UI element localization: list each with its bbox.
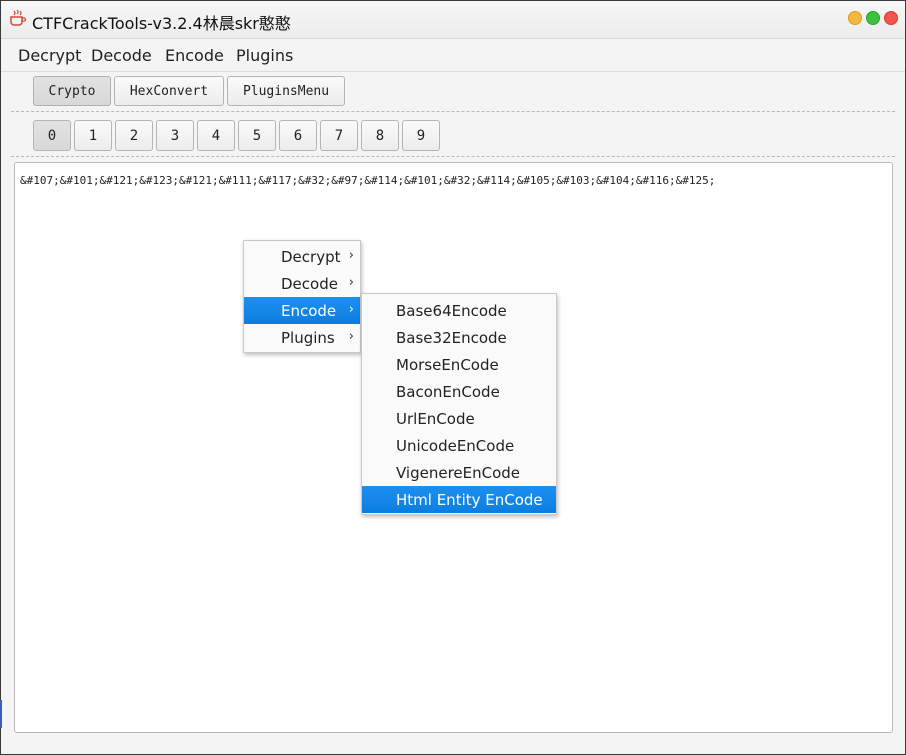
close-button[interactable] [884,11,898,25]
main-tab-bar: Crypto HexConvert PluginsMenu [1,71,905,112]
submenu-morseencode-label: MorseEnCode [396,355,499,374]
context-menu-plugins-label: Plugins [281,328,335,347]
submenu-baconencode[interactable]: BaconEnCode [362,378,556,405]
tab-number-4[interactable]: 4 [197,120,235,151]
tab-crypto[interactable]: Crypto [33,76,111,106]
submenu-html-entity-encode-label: Html Entity EnCode [396,490,543,509]
submenu-base64encode[interactable]: Base64Encode [362,297,556,324]
submenu-unicodeencode-label: UnicodeEnCode [396,436,515,455]
submenu-urlencode[interactable]: UrlEnCode [362,405,556,432]
number-tab-bar: 0 1 2 3 4 5 6 7 8 9 [1,113,905,157]
chevron-right-icon: › [348,302,354,317]
context-menu-encode-label: Encode [281,301,337,320]
submenu-vigenereencode[interactable]: VigenereEnCode [362,459,556,486]
submenu-baconencode-label: BaconEnCode [396,382,500,401]
tab-number-5[interactable]: 5 [238,120,276,151]
context-menu-decode[interactable]: Decode › [244,270,360,297]
tab-hexconvert[interactable]: HexConvert [114,76,224,106]
maximize-button[interactable] [866,11,880,25]
coffee-cup-icon [10,9,27,26]
submenu-base32encode[interactable]: Base32Encode [362,324,556,351]
context-menu-plugins[interactable]: Plugins › [244,324,360,351]
tab-number-2[interactable]: 2 [115,120,153,151]
tab-number-7[interactable]: 7 [320,120,358,151]
submenu-base32encode-label: Base32Encode [396,328,507,347]
context-menu-decrypt[interactable]: Decrypt › [244,243,360,270]
tab-number-9[interactable]: 9 [402,120,440,151]
number-tab-divider [11,156,895,157]
context-menu-encode[interactable]: Encode › [244,297,360,324]
tab-number-3[interactable]: 3 [156,120,194,151]
submenu-base64encode-label: Base64Encode [396,301,507,320]
chevron-right-icon: › [348,275,354,290]
text-area-content: &#107;&#101;&#121;&#123;&#121;&#111;&#11… [20,174,716,187]
context-menu-decode-label: Decode [281,274,338,293]
encode-submenu: Base64Encode Base32Encode MorseEnCode Ba… [361,293,557,515]
tab-number-1[interactable]: 1 [74,120,112,151]
menu-decode[interactable]: Decode [91,46,152,65]
context-menu: Decrypt › Decode › Encode › Plugins › [243,240,361,353]
submenu-urlencode-label: UrlEnCode [396,409,475,428]
menu-decrypt[interactable]: Decrypt [18,46,81,65]
minimize-button[interactable] [848,11,862,25]
window-title: CTFCrackTools-v3.2.4林晨skr憨憨 [32,14,291,33]
app-window: CTFCrackTools-v3.2.4林晨skr憨憨 Decrypt Deco… [0,0,906,755]
tab-number-6[interactable]: 6 [279,120,317,151]
tab-number-8[interactable]: 8 [361,120,399,151]
background-window-edge [0,700,2,728]
submenu-html-entity-encode[interactable]: Html Entity EnCode [362,486,556,513]
submenu-unicodeencode[interactable]: UnicodeEnCode [362,432,556,459]
context-menu-decrypt-label: Decrypt [281,247,341,266]
submenu-vigenereencode-label: VigenereEnCode [396,463,521,482]
title-bar[interactable]: CTFCrackTools-v3.2.4林晨skr憨憨 [1,1,905,39]
menu-encode[interactable]: Encode [165,46,224,65]
menu-bar: Decrypt Decode Encode Plugins [1,39,905,72]
chevron-right-icon: › [348,248,354,263]
tab-divider [11,111,895,112]
menu-plugins[interactable]: Plugins [236,46,293,65]
tab-pluginsmenu[interactable]: PluginsMenu [227,76,345,106]
chevron-right-icon: › [348,329,354,344]
submenu-morseencode[interactable]: MorseEnCode [362,351,556,378]
tab-number-0[interactable]: 0 [33,120,71,151]
